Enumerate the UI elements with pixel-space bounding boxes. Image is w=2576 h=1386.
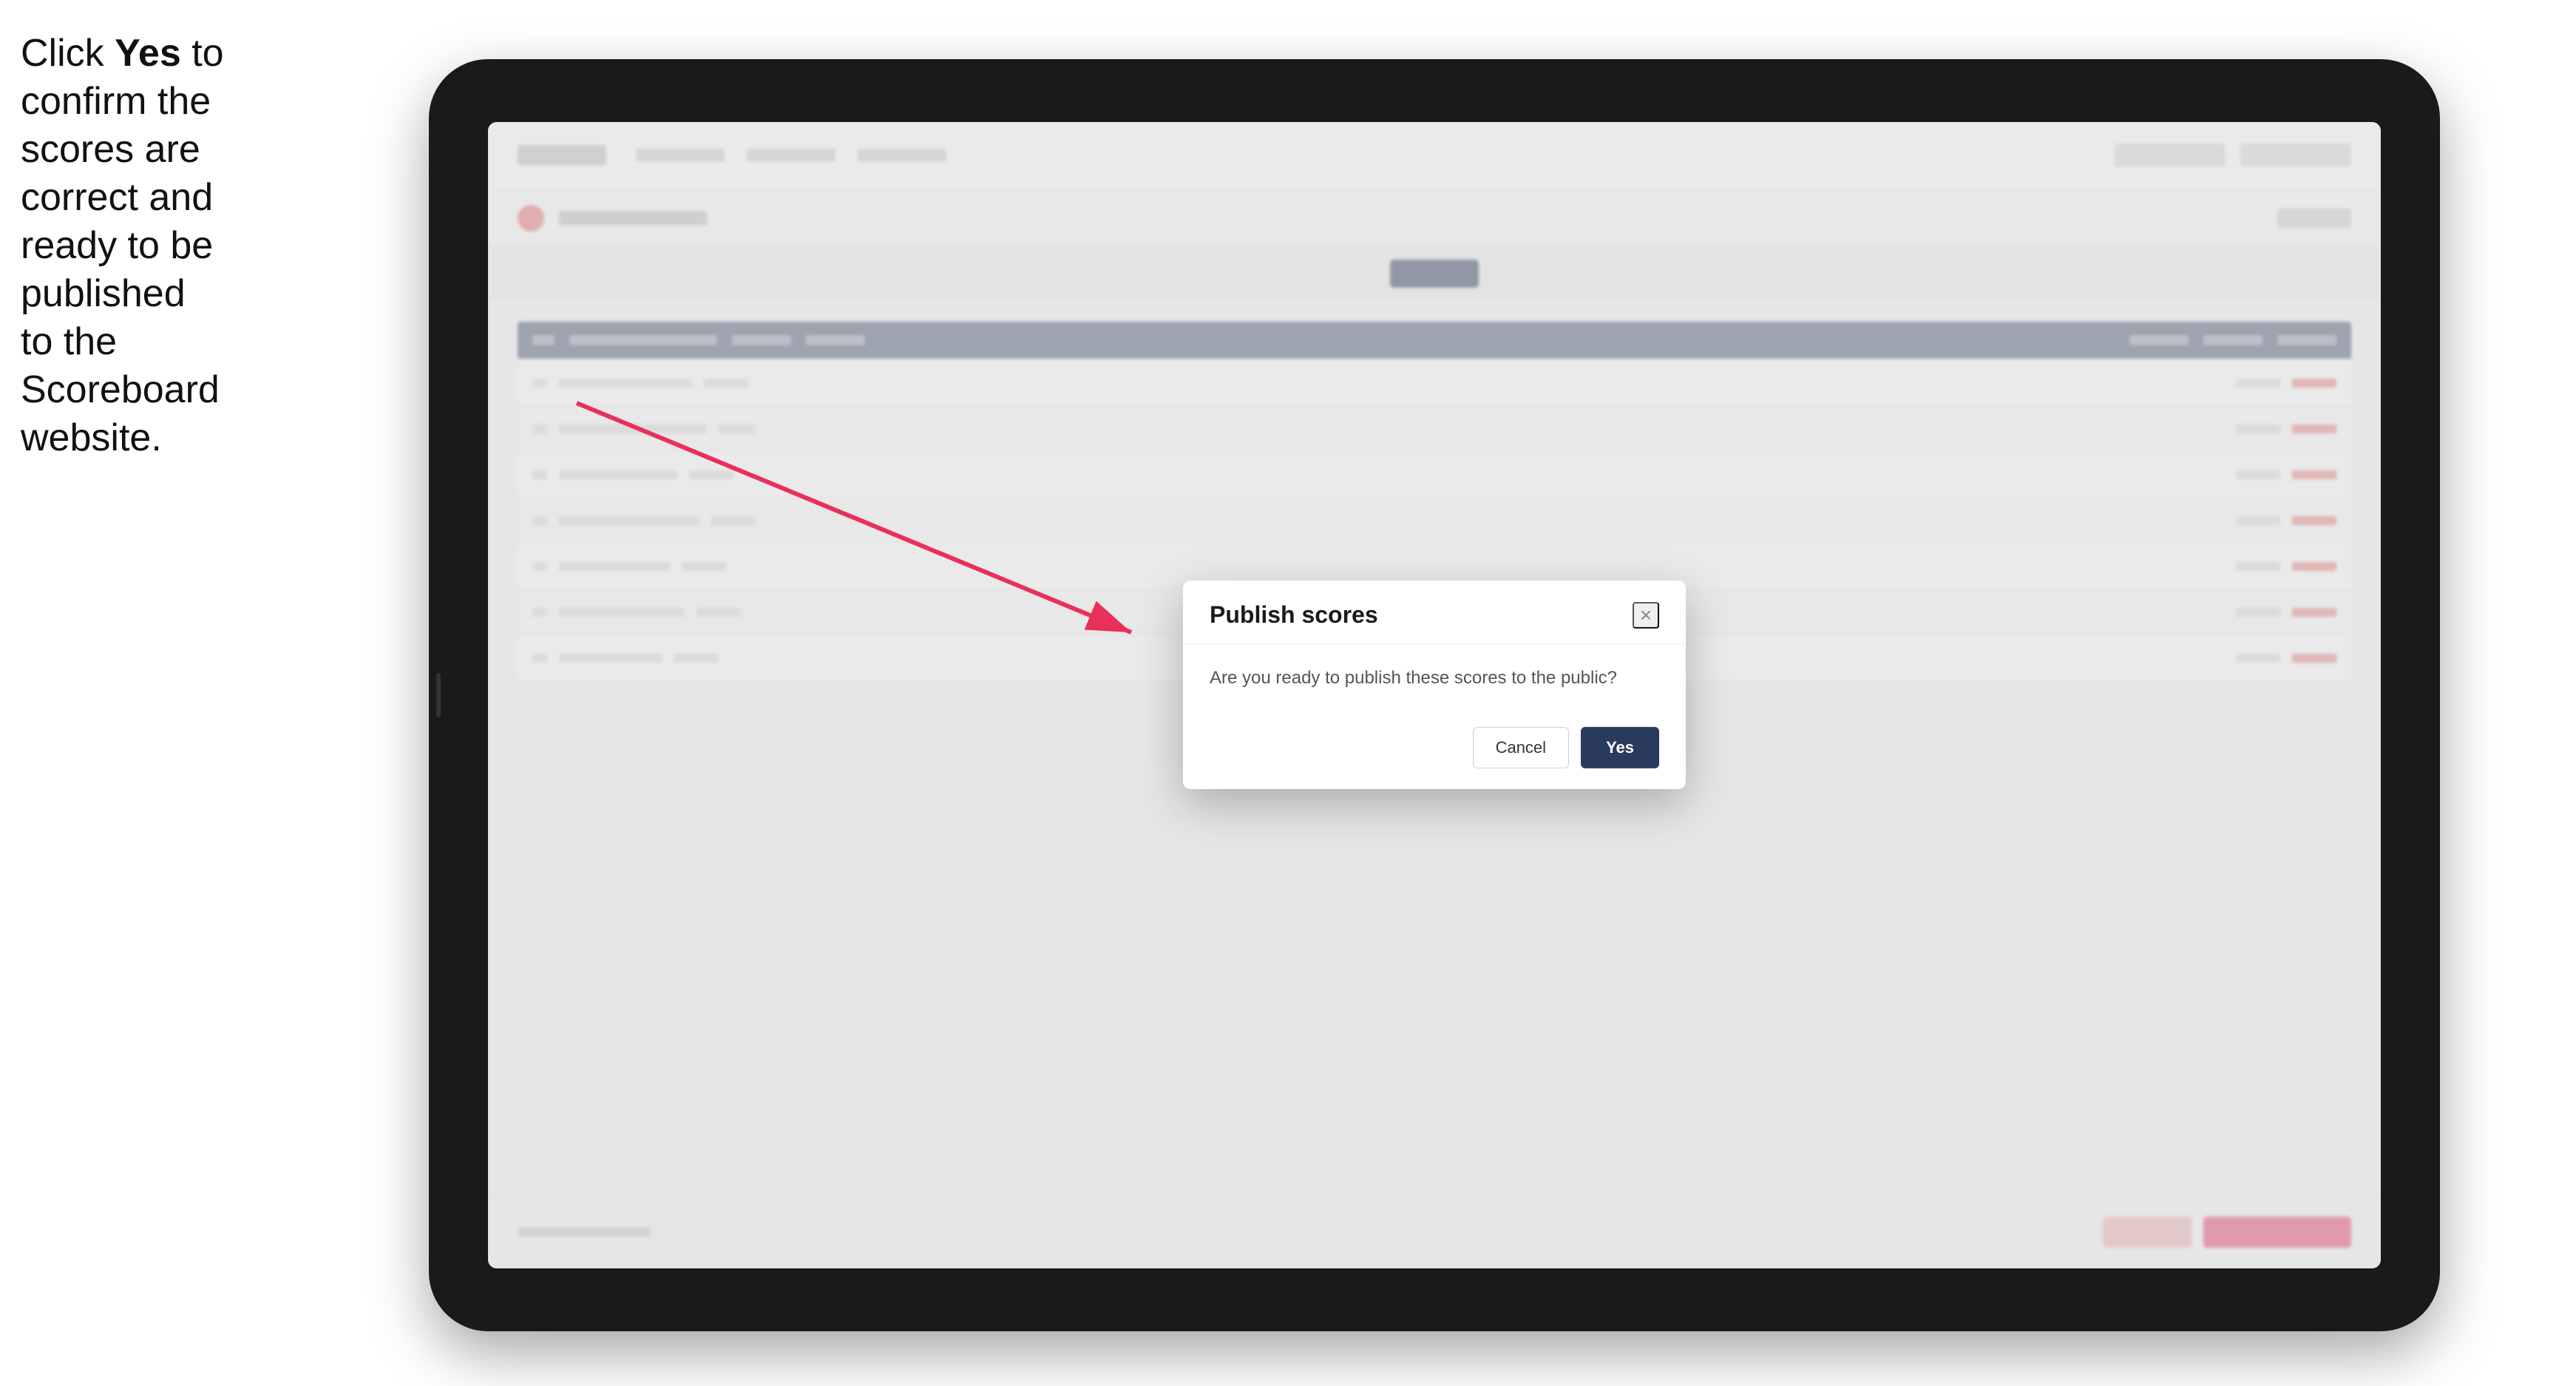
instruction-bold: Yes	[115, 32, 181, 75]
dialog-header: Publish scores ×	[1183, 581, 1686, 644]
dialog-footer: Cancel Yes	[1183, 712, 1686, 789]
instruction-text: Click Yes to confirm the scores are corr…	[21, 30, 228, 462]
dialog-close-button[interactable]: ×	[1633, 601, 1659, 628]
tablet-side-button	[436, 673, 441, 717]
instruction-prefix: Click	[21, 32, 115, 75]
tablet-screen: Publish scores × Are you ready to publis…	[488, 122, 2381, 1268]
instruction-suffix: to confirm the scores are correct and re…	[21, 32, 224, 459]
yes-button[interactable]: Yes	[1581, 727, 1659, 768]
tablet-device: Publish scores × Are you ready to publis…	[429, 59, 2440, 1331]
dialog-message: Are you ready to publish these scores to…	[1210, 665, 1659, 692]
dialog-title: Publish scores	[1210, 601, 1378, 629]
publish-scores-dialog: Publish scores × Are you ready to publis…	[1183, 581, 1686, 789]
dialog-body: Are you ready to publish these scores to…	[1183, 644, 1686, 712]
cancel-button[interactable]: Cancel	[1473, 727, 1569, 768]
